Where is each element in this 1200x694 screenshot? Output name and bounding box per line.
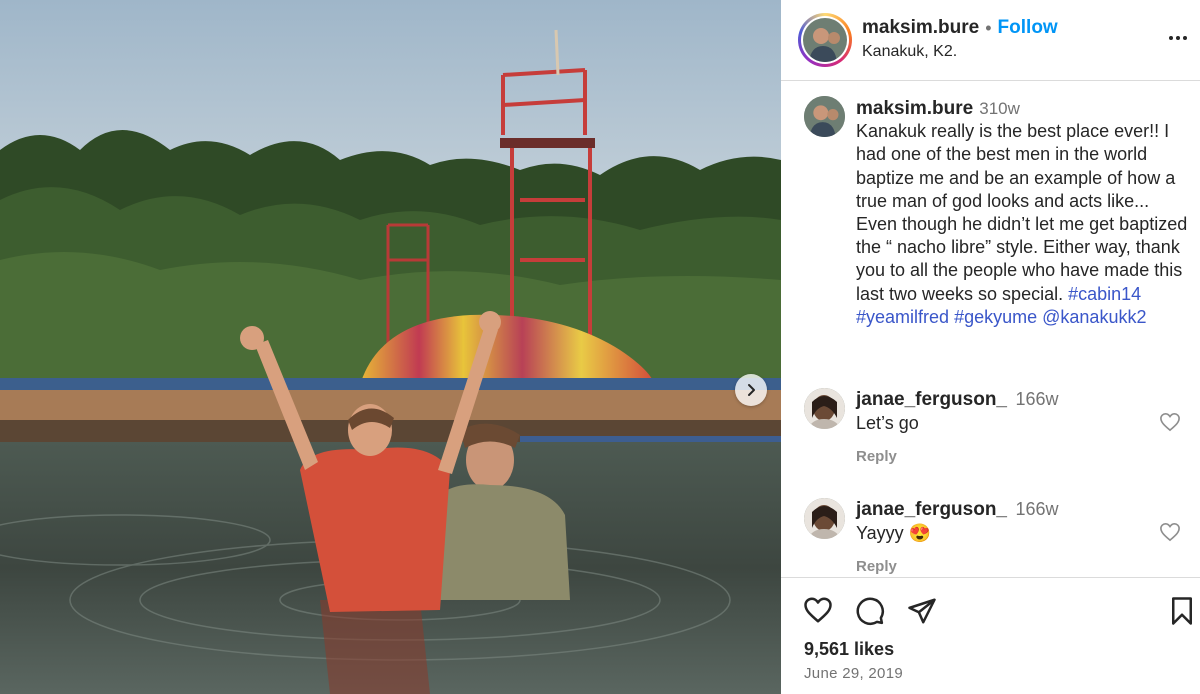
- reply-button[interactable]: Reply: [856, 448, 897, 465]
- heart-icon[interactable]: [1159, 522, 1181, 542]
- commenter-username[interactable]: janae_ferguson_: [856, 389, 1007, 410]
- author-username[interactable]: maksim.bure: [862, 17, 979, 39]
- header-divider: [781, 80, 1200, 81]
- commenter-username[interactable]: janae_ferguson_: [856, 499, 1007, 520]
- post-date[interactable]: June 29, 2019: [804, 665, 903, 682]
- follow-button[interactable]: Follow: [998, 17, 1058, 39]
- caption-time[interactable]: 310w: [979, 99, 1020, 118]
- post-location[interactable]: Kanakuk, K2.: [862, 43, 957, 61]
- commenter-avatar[interactable]: [804, 498, 845, 539]
- hashtag-gekyume[interactable]: #gekyume: [954, 307, 1037, 327]
- post-actions: [781, 596, 1200, 626]
- post-caption: maksim.bure 310w Kanakuk really is the be…: [856, 97, 1192, 329]
- chevron-right-icon: [748, 384, 755, 396]
- comment-icon[interactable]: [855, 596, 885, 626]
- avatar-image: [803, 18, 847, 62]
- caption-avatar[interactable]: [804, 96, 845, 137]
- commenter-avatar[interactable]: [804, 388, 845, 429]
- likes-count[interactable]: 9,561 likes: [804, 639, 894, 660]
- hashtag-yeamilfred[interactable]: #yeamilfred: [856, 307, 949, 327]
- mention-kanakukk2[interactable]: @kanakukk2: [1042, 307, 1146, 327]
- comment-text: Yayyy 😍: [856, 523, 932, 543]
- caption-text: Kanakuk really is the best place ever!! …: [856, 121, 1188, 304]
- comment-text: Let’s go: [856, 413, 919, 433]
- bookmark-icon[interactable]: [1169, 596, 1195, 626]
- separator-dot: •: [985, 17, 992, 38]
- avatar-image: [804, 96, 845, 137]
- author-avatar[interactable]: [798, 13, 852, 67]
- post-photo[interactable]: [0, 0, 781, 694]
- comment-time[interactable]: 166w: [1015, 499, 1058, 519]
- reply-button[interactable]: Reply: [856, 558, 897, 575]
- more-options-icon[interactable]: [1169, 28, 1193, 48]
- post-panel: maksim.bure • Follow Kanakuk, K2. maksim…: [781, 0, 1200, 694]
- share-icon[interactable]: [907, 596, 937, 626]
- heart-icon[interactable]: [1159, 412, 1181, 432]
- lake-baptism-photo: [0, 0, 781, 694]
- avatar-image: [804, 498, 845, 539]
- next-photo-button[interactable]: [735, 374, 767, 406]
- caption-username[interactable]: maksim.bure: [856, 98, 973, 119]
- hashtag-cabin14[interactable]: #cabin14: [1068, 284, 1141, 304]
- avatar-image: [804, 388, 845, 429]
- comment-time[interactable]: 166w: [1015, 389, 1058, 409]
- heart-icon[interactable]: [803, 596, 833, 624]
- actions-divider: [781, 577, 1200, 578]
- post-header-user: maksim.bure • Follow: [862, 17, 1058, 39]
